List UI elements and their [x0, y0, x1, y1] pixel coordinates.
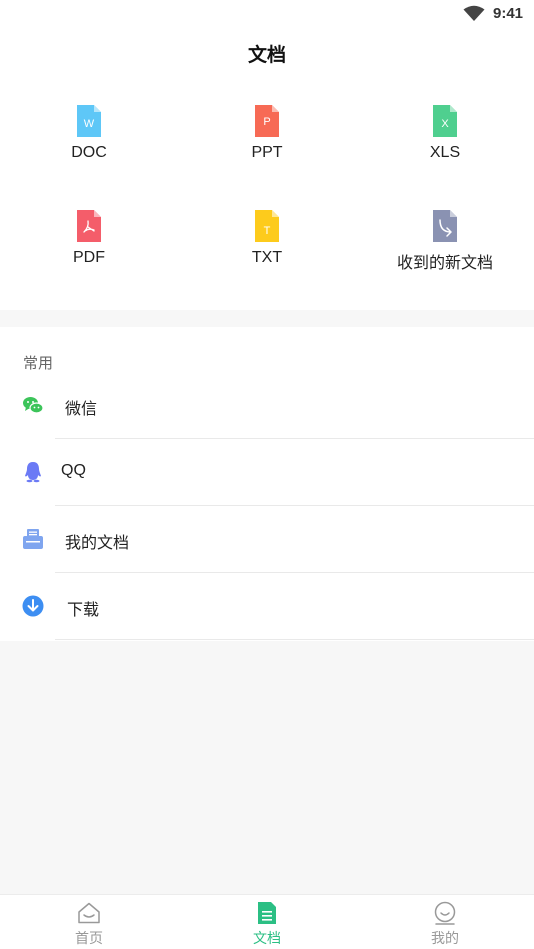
common-item-label: 我的文档 — [65, 535, 130, 552]
word-file-icon: W — [77, 105, 101, 137]
folder-icon — [23, 529, 43, 549]
document-icon — [258, 902, 276, 924]
download-icon — [22, 595, 44, 617]
svg-text:W: W — [84, 118, 95, 130]
common-section: 常用 微信 QQ 我的文档 下载 — [0, 327, 534, 641]
file-type-label: XLS — [429, 144, 461, 161]
file-type-label: PPT — [251, 144, 283, 161]
profile-icon — [434, 901, 456, 925]
common-item-wechat[interactable]: 微信 — [0, 372, 534, 439]
common-item-download[interactable]: 下载 — [0, 573, 534, 640]
bottom-tab-bar: 首页 文档 我的 — [0, 894, 534, 949]
svg-text:X: X — [441, 118, 449, 130]
wifi-icon — [463, 5, 485, 21]
section-title: 常用 — [23, 354, 54, 372]
file-type-xls[interactable]: X XLS — [356, 105, 534, 185]
top-panel: 9:41 文档 W DOC P PPT X XLS PDF T TXT 收到的新… — [0, 0, 534, 310]
pdf-file-icon — [77, 210, 101, 242]
file-type-doc[interactable]: W DOC — [0, 105, 178, 185]
tab-home[interactable]: 首页 — [0, 895, 178, 949]
divider — [55, 639, 534, 640]
tab-label: 文档 — [253, 931, 281, 947]
txt-file-icon: T — [255, 210, 279, 242]
file-type-label: PDF — [73, 249, 105, 266]
file-type-received[interactable]: 收到的新文档 — [356, 210, 534, 290]
received-file-icon — [433, 210, 457, 242]
excel-file-icon: X — [433, 105, 457, 137]
file-type-ppt[interactable]: P PPT — [178, 105, 356, 185]
svg-text:P: P — [263, 116, 270, 128]
common-item-label: QQ — [61, 462, 86, 479]
wechat-icon — [23, 397, 44, 414]
file-type-pdf[interactable]: PDF — [0, 210, 178, 290]
tab-profile[interactable]: 我的 — [356, 895, 534, 949]
file-type-label: 收到的新文档 — [396, 255, 493, 272]
home-icon — [78, 902, 100, 924]
file-type-label: DOC — [71, 144, 107, 161]
status-time: 9:41 — [493, 5, 524, 22]
common-item-my-documents[interactable]: 我的文档 — [0, 506, 534, 573]
ppt-file-icon: P — [255, 105, 279, 137]
page-title: 文档 — [247, 44, 286, 66]
common-item-qq[interactable]: QQ — [0, 439, 534, 506]
tab-label: 我的 — [431, 931, 459, 947]
qq-icon — [25, 462, 41, 483]
svg-text:T: T — [264, 225, 271, 237]
file-type-label: TXT — [251, 249, 283, 266]
common-item-label: 下载 — [67, 602, 100, 619]
tab-documents[interactable]: 文档 — [178, 895, 356, 949]
status-bar: 9:41 — [0, 0, 534, 28]
file-type-txt[interactable]: T TXT — [178, 210, 356, 290]
common-item-label: 微信 — [65, 401, 98, 418]
tab-label: 首页 — [75, 931, 103, 947]
